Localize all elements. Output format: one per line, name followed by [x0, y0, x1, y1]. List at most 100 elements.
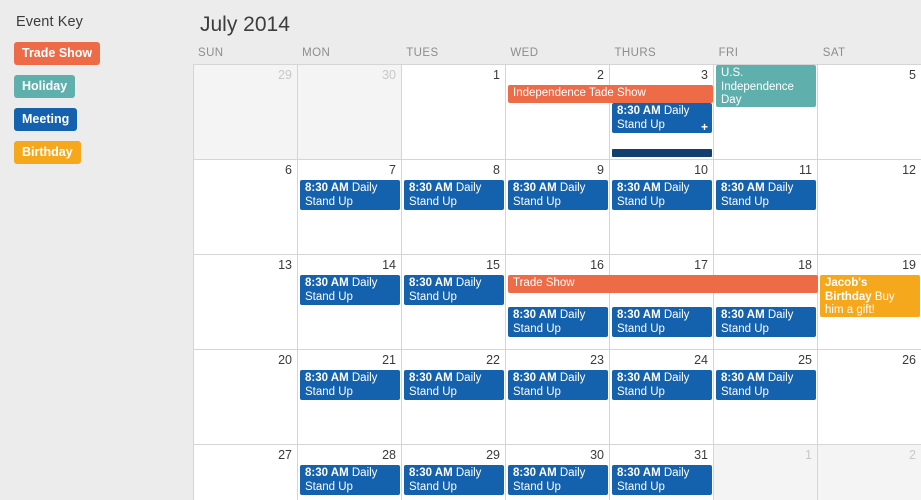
calendar-week-row: 27 28 8:30 AM Daily Stand Up 29 8:30 AM … — [194, 445, 921, 500]
day-cell[interactable]: 19 Jacob's Birthday Buy him a gift! — [818, 255, 921, 350]
event-time: 8:30 AM — [409, 277, 453, 289]
day-number: 20 — [278, 353, 292, 367]
day-cell[interactable]: 15 8:30 AM Daily Stand Up — [402, 255, 506, 350]
event-daily-stand-up[interactable]: 8:30 AM Daily Stand Up + — [612, 103, 712, 133]
event-key-birthday[interactable]: Birthday — [14, 141, 81, 164]
event-daily-stand-up[interactable]: 8:30 AM Daily Stand Up — [612, 180, 712, 210]
day-cell[interactable]: 10 8:30 AM Daily Stand Up — [610, 160, 714, 255]
day-cell[interactable]: 3 8:30 AM Daily Stand Up + — [610, 65, 714, 160]
event-time: 8:30 AM — [409, 467, 453, 479]
event-daily-stand-up[interactable]: 8:30 AM Daily Stand Up — [716, 180, 816, 210]
event-daily-stand-up[interactable]: 8:30 AM Daily Stand Up — [612, 465, 712, 495]
day-cell[interactable]: 2 — [818, 445, 921, 500]
event-independence-trade-show[interactable]: Independence Tade Show — [508, 85, 713, 103]
day-number: 24 — [694, 353, 708, 367]
event-key-row: Holiday — [14, 75, 192, 108]
day-cell[interactable]: 1 — [714, 445, 818, 500]
day-cell[interactable]: 21 8:30 AM Daily Stand Up — [298, 350, 402, 445]
day-cell[interactable]: 6 — [194, 160, 298, 255]
event-stack-strip[interactable] — [612, 149, 712, 157]
day-cell[interactable]: 30 — [298, 65, 402, 160]
event-daily-stand-up[interactable]: 8:30 AM Daily Stand Up — [404, 275, 504, 305]
day-number: 3 — [701, 68, 708, 82]
day-number: 30 — [382, 68, 396, 82]
event-key-meeting[interactable]: Meeting — [14, 108, 78, 131]
day-cell[interactable]: 1 — [402, 65, 506, 160]
day-cell[interactable]: 27 — [194, 445, 298, 500]
event-daily-stand-up[interactable]: 8:30 AM Daily Stand Up — [612, 370, 712, 400]
day-cell[interactable]: 16 Trade Show 8:30 AM Daily Stand Up — [506, 255, 818, 350]
event-time: 8:30 AM — [409, 372, 453, 384]
event-daily-stand-up[interactable]: 8:30 AM Daily Stand Up — [300, 275, 400, 305]
day-cell[interactable]: 29 8:30 AM Daily Stand Up — [402, 445, 506, 500]
event-daily-stand-up[interactable]: 8:30 AM Daily Stand Up — [508, 180, 608, 210]
day-number: 9 — [597, 163, 604, 177]
day-cell[interactable]: 11 8:30 AM Daily Stand Up — [714, 160, 818, 255]
calendar-panel: July 2014 SUN MON TUES WED THURS FRI SAT… — [192, 0, 921, 500]
day-number: 21 — [382, 353, 396, 367]
day-cell[interactable]: 31 8:30 AM Daily Stand Up — [610, 445, 714, 500]
event-daily-stand-up[interactable]: 8:30 AM Daily Stand Up — [508, 370, 608, 400]
event-time: 8:30 AM — [617, 372, 661, 384]
day-cell[interactable]: 14 8:30 AM Daily Stand Up — [298, 255, 402, 350]
event-daily-stand-up[interactable]: 8:30 AM Daily Stand Up — [508, 465, 608, 495]
day-cell[interactable]: 2 Independence Tade Show — [506, 65, 713, 160]
day-number: 18 — [798, 258, 812, 272]
day-number: 19 — [902, 258, 916, 272]
day-number: 22 — [486, 353, 500, 367]
day-cell[interactable]: 26 — [818, 350, 921, 445]
event-time: 8:30 AM — [513, 182, 557, 194]
calendar-month-title: July 2014 — [200, 13, 290, 36]
event-daily-stand-up[interactable]: 8:30 AM Daily Stand Up — [404, 180, 504, 210]
event-daily-stand-up[interactable]: 8:30 AM Daily Stand Up — [716, 370, 816, 400]
day-cell[interactable]: 25 8:30 AM Daily Stand Up — [714, 350, 818, 445]
event-key-trade-show[interactable]: Trade Show — [14, 42, 101, 65]
day-number: 10 — [694, 163, 708, 177]
day-number: 2 — [909, 448, 916, 462]
day-cell[interactable]: 23 8:30 AM Daily Stand Up — [506, 350, 610, 445]
event-daily-stand-up[interactable]: 8:30 AM Daily Stand Up — [612, 307, 712, 337]
day-number: 30 — [590, 448, 604, 462]
event-daily-stand-up[interactable]: 8:30 AM Daily Stand Up — [404, 370, 504, 400]
day-cell[interactable]: 12 — [818, 160, 921, 255]
day-cell[interactable]: 28 8:30 AM Daily Stand Up — [298, 445, 402, 500]
day-cell[interactable]: 8 8:30 AM Daily Stand Up — [402, 160, 506, 255]
day-cell[interactable]: 17 8:30 AM Daily Stand Up — [610, 255, 714, 350]
day-cell[interactable]: 29 — [194, 65, 298, 160]
event-daily-stand-up[interactable]: 8:30 AM Daily Stand Up — [404, 465, 504, 495]
day-number: 31 — [694, 448, 708, 462]
event-time: 8:30 AM — [513, 309, 557, 321]
day-cell[interactable]: 24 8:30 AM Daily Stand Up — [610, 350, 714, 445]
day-cell[interactable]: 9 8:30 AM Daily Stand Up — [506, 160, 610, 255]
event-daily-stand-up[interactable]: 8:30 AM Daily Stand Up — [508, 307, 608, 337]
event-jacobs-birthday[interactable]: Jacob's Birthday Buy him a gift! — [820, 275, 920, 317]
event-time: 8:30 AM — [617, 182, 661, 194]
day-cell[interactable]: 4 U.S. Independence Day — [714, 65, 818, 160]
calendar-grid: 29 30 1 2 Independence Tade Show 3 8:30 … — [193, 64, 921, 500]
event-overflow-plus-icon[interactable]: + — [701, 121, 708, 133]
event-daily-stand-up[interactable]: 8:30 AM Daily Stand Up — [300, 465, 400, 495]
day-cell[interactable]: 30 8:30 AM Daily Stand Up — [506, 445, 610, 500]
day-cell[interactable]: 7 8:30 AM Daily Stand Up — [298, 160, 402, 255]
event-time: 8:30 AM — [305, 182, 349, 194]
day-number: 1 — [805, 448, 812, 462]
event-daily-stand-up[interactable]: 8:30 AM Daily Stand Up — [716, 307, 816, 337]
day-number: 13 — [278, 258, 292, 272]
day-cell[interactable]: 20 — [194, 350, 298, 445]
day-cell[interactable]: 18 8:30 AM Daily Stand Up — [714, 255, 818, 350]
calendar-app: Event Key Trade Show Holiday Meeting Bir… — [0, 0, 921, 500]
event-time: 8:30 AM — [721, 372, 765, 384]
dow-fri: FRI — [718, 47, 739, 59]
event-us-independence-day[interactable]: U.S. Independence Day — [716, 65, 816, 107]
event-key-holiday[interactable]: Holiday — [14, 75, 76, 98]
day-number: 29 — [278, 68, 292, 82]
day-cell[interactable]: 5 — [818, 65, 921, 160]
event-trade-show[interactable]: Trade Show — [508, 275, 818, 293]
calendar-week-row: 29 30 1 2 Independence Tade Show 3 8:30 … — [194, 65, 921, 160]
day-cell[interactable]: 13 — [194, 255, 298, 350]
event-daily-stand-up[interactable]: 8:30 AM Daily Stand Up — [300, 180, 400, 210]
day-number: 12 — [902, 163, 916, 177]
dow-thurs: THURS — [614, 47, 657, 59]
event-daily-stand-up[interactable]: 8:30 AM Daily Stand Up — [300, 370, 400, 400]
day-cell[interactable]: 22 8:30 AM Daily Stand Up — [402, 350, 506, 445]
